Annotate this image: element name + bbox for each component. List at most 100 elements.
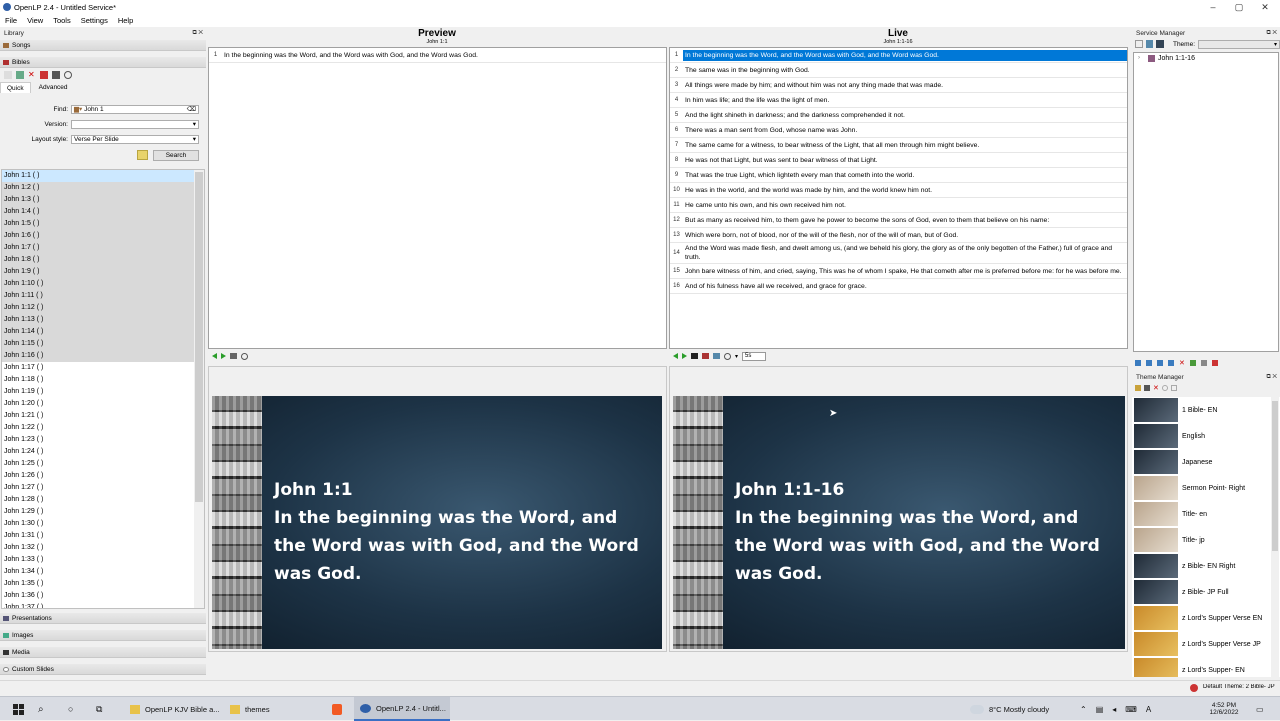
edit-theme-icon[interactable]: [1144, 384, 1150, 391]
export-theme-icon[interactable]: [1170, 384, 1177, 391]
speaker-icon[interactable]: ◂: [1112, 705, 1116, 714]
verse-list-item[interactable]: John 1:15 ( ): [2, 338, 194, 350]
menu-help[interactable]: Help: [113, 16, 138, 25]
verse-list-item[interactable]: John 1:25 ( ): [2, 458, 194, 470]
verse-list-item[interactable]: John 1:28 ( ): [2, 494, 194, 506]
import-theme-icon[interactable]: [1161, 384, 1168, 391]
verse-list-item[interactable]: John 1:32 ( ): [2, 542, 194, 554]
verse-list-item[interactable]: John 1:7 ( ): [2, 242, 194, 254]
verse-list-item[interactable]: John 1:6 ( ): [2, 230, 194, 242]
verse-list-item[interactable]: John 1:11 ( ): [2, 290, 194, 302]
theme-item[interactable]: z Bible- JP Full: [1132, 579, 1272, 605]
blank-screen-icon[interactable]: [691, 353, 698, 359]
move-top-icon[interactable]: [1135, 360, 1141, 366]
move-up-icon[interactable]: [1146, 360, 1152, 366]
new-service-icon[interactable]: [1135, 40, 1143, 48]
verse-list-scrollbar[interactable]: [194, 170, 204, 608]
verse-list-item[interactable]: John 1:24 ( ): [2, 446, 194, 458]
slide-row[interactable]: 15 John bare witness of him, and cried, s…: [670, 264, 1127, 279]
tab-quick[interactable]: Quick: [0, 82, 31, 93]
slide-row[interactable]: 3 All things were made by him; and withou…: [670, 78, 1127, 93]
slide-row[interactable]: 2 The same was in the beginning with God.: [670, 63, 1127, 78]
scrollbar-thumb[interactable]: [195, 172, 203, 502]
verse-list-item[interactable]: John 1:9 ( ): [2, 266, 194, 278]
maximize-button[interactable]: ▢: [1226, 0, 1252, 14]
delay-spinbox[interactable]: 5s: [742, 351, 767, 361]
network-icon[interactable]: ▤: [1096, 705, 1104, 714]
service-item[interactable]: › John 1:1-16: [1134, 53, 1278, 64]
slide-row[interactable]: 16 And of his fulness have all we receive…: [670, 279, 1127, 294]
verse-list-item[interactable]: John 1:29 ( ): [2, 506, 194, 518]
verse-list-item[interactable]: John 1:30 ( ): [2, 518, 194, 530]
edit-icon[interactable]: [16, 71, 24, 79]
slide-row[interactable]: 1 In the beginning was the Word, and the …: [670, 48, 1127, 63]
verse-list-item[interactable]: John 1:18 ( ): [2, 374, 194, 386]
slide-row[interactable]: 11 He came unto his own, and his own rece…: [670, 198, 1127, 213]
verse-list-item[interactable]: John 1:35 ( ): [2, 578, 194, 590]
theme-item[interactable]: z Lord's Supper Verse JP: [1132, 631, 1272, 657]
slide-row[interactable]: 14 And the Word was made flesh, and dwelt…: [670, 243, 1127, 264]
verse-list-item[interactable]: John 1:36 ( ): [2, 590, 194, 602]
theme-list-scrollbar[interactable]: [1271, 397, 1279, 677]
layout-select[interactable]: Verse Per Slide ▾: [71, 135, 199, 144]
section-media[interactable]: Media: [0, 647, 206, 658]
slide-row[interactable]: 8 He was not that Light, but was sent to …: [670, 153, 1127, 168]
theme-select[interactable]: ▾: [1198, 39, 1280, 49]
verse-list-item[interactable]: John 1:10 ( ): [2, 278, 194, 290]
chevron-up-icon[interactable]: ⌃: [1080, 705, 1087, 714]
move-bottom-icon[interactable]: [1168, 360, 1174, 366]
verse-list-item[interactable]: John 1:37 ( ): [2, 602, 194, 608]
theme-item[interactable]: Sermon Point- Right: [1132, 475, 1272, 501]
slide-row[interactable]: 4 In him was life; and the life was the l…: [670, 93, 1127, 108]
slide-row[interactable]: 12 But as many as received him, to them g…: [670, 213, 1127, 228]
theme-item[interactable]: Title- en: [1132, 501, 1272, 527]
search-button[interactable]: Search: [153, 150, 199, 161]
timer-icon[interactable]: [724, 352, 731, 360]
slide-row[interactable]: 7 The same came for a witness, to bear wi…: [670, 138, 1127, 153]
close-window-button[interactable]: ✕: [1252, 0, 1278, 14]
verse-list-item[interactable]: John 1:19 ( ): [2, 386, 194, 398]
verse-list-item[interactable]: John 1:4 ( ): [2, 206, 194, 218]
open-service-icon[interactable]: [1145, 40, 1154, 48]
section-images[interactable]: Images: [0, 630, 206, 641]
blank-theme-icon[interactable]: [702, 353, 709, 359]
minimize-button[interactable]: –: [1200, 0, 1226, 14]
next-slide-icon[interactable]: [682, 353, 687, 359]
add-to-service-icon[interactable]: [241, 352, 248, 360]
chevron-down-icon[interactable]: ▾: [735, 353, 738, 360]
slide-row[interactable]: 13 Which were born, not of blood, nor of …: [670, 228, 1127, 243]
taskbar-app-browser[interactable]: [324, 697, 350, 721]
verse-list-item[interactable]: John 1:16 ( ): [2, 350, 194, 362]
clock[interactable]: 4:52 PM 12/6/2022: [1200, 697, 1248, 721]
verse-list-item[interactable]: John 1:2 ( ): [2, 182, 194, 194]
go-live-icon[interactable]: [52, 71, 60, 79]
dock-float-close-icon[interactable]: ⧉ ✕: [1266, 373, 1277, 382]
theme-item[interactable]: Japanese: [1132, 449, 1272, 475]
taskbar-app-openlp-bible[interactable]: OpenLP KJV Bible a...: [124, 697, 220, 721]
next-slide-icon[interactable]: [221, 353, 226, 359]
ime-icon[interactable]: A: [1146, 705, 1151, 714]
verse-list-item[interactable]: John 1:12 ( ): [2, 302, 194, 314]
slide-row[interactable]: 5 And the light shineth in darkness; and …: [670, 108, 1127, 123]
verse-list-item[interactable]: John 1:23 ( ): [2, 434, 194, 446]
verse-list-item[interactable]: John 1:21 ( ): [2, 410, 194, 422]
verse-list-item[interactable]: John 1:27 ( ): [2, 482, 194, 494]
slide-row[interactable]: 9 That was the true Light, which lighteth…: [670, 168, 1127, 183]
verse-list-item[interactable]: John 1:26 ( ): [2, 470, 194, 482]
new-theme-icon[interactable]: [1135, 384, 1141, 391]
show-live-icon[interactable]: [230, 353, 237, 359]
move-down-icon[interactable]: [1157, 360, 1163, 366]
expand-all-icon[interactable]: [1189, 360, 1196, 366]
theme-item[interactable]: z Bible- EN Right: [1132, 553, 1272, 579]
search-icon[interactable]: ⌕: [38, 697, 54, 721]
previous-slide-icon[interactable]: [673, 353, 678, 359]
verse-list-item[interactable]: John 1:14 ( ): [2, 326, 194, 338]
notification-icon[interactable]: ▭: [1256, 697, 1272, 721]
theme-item[interactable]: z Lord's Supper Verse EN: [1132, 605, 1272, 631]
verse-list-item[interactable]: John 1:31 ( ): [2, 530, 194, 542]
tab-advanced[interactable]: Advanced: [31, 82, 76, 93]
theme-item[interactable]: 1 Bible- EN: [1132, 397, 1272, 423]
section-songs[interactable]: Songs: [0, 40, 206, 51]
taskbar-app-themes[interactable]: themes: [224, 697, 320, 721]
verse-list-item[interactable]: John 1:17 ( ): [2, 362, 194, 374]
